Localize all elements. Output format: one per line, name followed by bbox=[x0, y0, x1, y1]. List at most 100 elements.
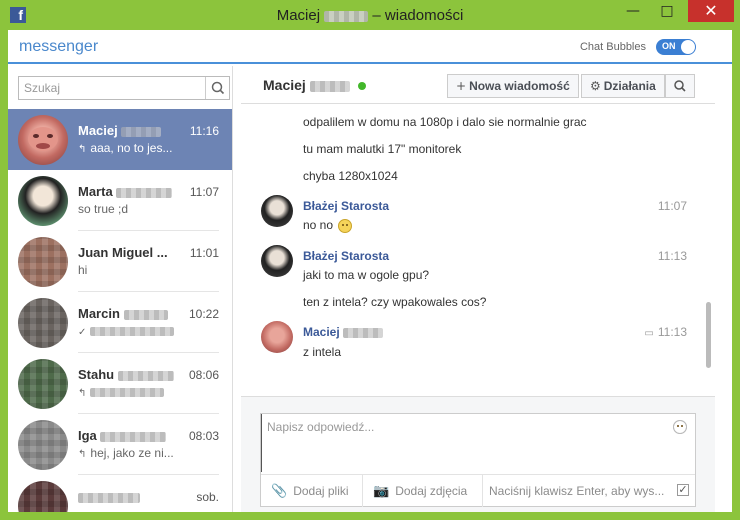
conversation-snippet: ↰ bbox=[78, 385, 218, 399]
conversation-item-marcin[interactable]: Marcin 10:22 ✓ bbox=[8, 292, 232, 353]
redacted-surname bbox=[309, 80, 350, 92]
search-conversation-button[interactable] bbox=[665, 74, 695, 98]
avatar bbox=[18, 176, 68, 226]
avatar bbox=[18, 420, 68, 470]
redacted-snippet bbox=[90, 388, 165, 398]
message-text: tu mam malutki 17" monitorek bbox=[303, 142, 462, 156]
redacted-surname bbox=[100, 431, 167, 442]
conversation-time: 10:22 bbox=[188, 307, 219, 321]
enter-to-send-hint: Naciśnij klawisz Enter, aby wys... bbox=[489, 484, 665, 498]
redacted-surname bbox=[116, 187, 173, 198]
add-files-button[interactable]: 📎 Dodaj pliki bbox=[261, 475, 363, 507]
avatar bbox=[18, 359, 68, 409]
seen-bubble-icon: ▭ bbox=[644, 328, 654, 339]
conversation-item-marta[interactable]: Marta 11:07 so true ;d bbox=[8, 170, 232, 231]
snippet-text: hej, jako ze ni... bbox=[90, 446, 174, 460]
message-text: no no bbox=[303, 218, 353, 233]
conversation-header: Maciej + Nowa wiadomość ⚙ Działania bbox=[241, 66, 715, 104]
snippet-text: aaa, no to jes... bbox=[90, 141, 173, 155]
redacted-surname bbox=[324, 10, 369, 22]
avatar bbox=[261, 321, 293, 353]
message-text-content: no no bbox=[303, 218, 334, 232]
message-text: ten z intela? czy wpakowales cos? bbox=[303, 295, 487, 309]
redacted-surname bbox=[121, 126, 162, 137]
actions-button[interactable]: ⚙ Działania bbox=[581, 74, 665, 98]
avatar bbox=[261, 195, 293, 227]
message-text: odpalilem w domu na 1080p i dalo sie nor… bbox=[303, 115, 587, 129]
conversation-name: Maciej bbox=[78, 123, 183, 138]
conversation-item-maciej[interactable]: Maciej 11:16 ↰ aaa, no to jes... bbox=[8, 109, 232, 170]
pixelated-avatar bbox=[18, 420, 68, 470]
window-title-suffix: – wiadomości bbox=[372, 7, 464, 24]
conversation-time: 08:06 bbox=[188, 368, 219, 382]
maximize-button[interactable]: □ bbox=[652, 0, 682, 22]
redacted-surname bbox=[117, 370, 174, 381]
conversation-name-text: Maciej bbox=[78, 123, 118, 138]
avatar-face-icon bbox=[28, 127, 58, 151]
conversation-time: sob. bbox=[196, 490, 219, 504]
conversation-name bbox=[78, 489, 183, 504]
message-thread: odpalilem w domu na 1080p i dalo sie nor… bbox=[241, 105, 715, 396]
smiley-icon bbox=[673, 420, 687, 434]
pixelated-avatar bbox=[18, 359, 68, 409]
conversation-snippet: ↰ aaa, no to jes... bbox=[78, 141, 218, 155]
message-scrollbar[interactable] bbox=[706, 302, 711, 368]
close-button[interactable]: ✕ bbox=[688, 0, 734, 22]
reply-arrow-icon: ↰ bbox=[78, 388, 87, 399]
conversation-name-text: Iga bbox=[78, 428, 97, 443]
new-message-label: Nowa wiadomość bbox=[469, 79, 570, 93]
conversation-item-juan-miguel[interactable]: Juan Miguel ... 11:01 hi bbox=[8, 231, 232, 292]
conversation-time: 08:03 bbox=[188, 429, 219, 443]
smiley-emoji-icon bbox=[338, 218, 353, 233]
avatar bbox=[18, 237, 68, 287]
message-time: ▭ 11:13 bbox=[644, 325, 687, 339]
conversation-item-stahu[interactable]: Stahu 08:06 ↰ bbox=[8, 353, 232, 414]
conversation-time: 11:01 bbox=[189, 246, 219, 260]
enter-to-send-checkbox[interactable]: ✓ bbox=[677, 484, 689, 496]
conversation-name: Iga bbox=[78, 428, 183, 443]
conversation-item-iga[interactable]: Iga 08:03 ↰ hej, jako ze ni... bbox=[8, 414, 232, 475]
message-author: Błażej Starosta bbox=[303, 249, 390, 263]
search-icon bbox=[674, 80, 686, 92]
messenger-brand: messenger bbox=[19, 38, 99, 55]
search-input[interactable] bbox=[19, 77, 205, 99]
conversation-pane: Maciej + Nowa wiadomość ⚙ Działania odpali… bbox=[241, 66, 715, 512]
chat-title-name: Maciej bbox=[263, 77, 306, 93]
pixelated-avatar bbox=[18, 481, 68, 512]
conversation-name-text: Marta bbox=[78, 184, 113, 199]
add-photos-label: Dodaj zdjęcia bbox=[395, 484, 468, 498]
new-message-button[interactable]: + Nowa wiadomość bbox=[447, 74, 579, 98]
redacted-snippet bbox=[90, 327, 175, 337]
message-time-text: 11:13 bbox=[657, 325, 687, 339]
message-time: 11:13 bbox=[657, 249, 687, 263]
composer: 📎 Dodaj pliki 📷 Dodaj zdjęcia Naciśnij kla… bbox=[260, 413, 696, 507]
conversation-snippet: ↰ hej, jako ze ni... bbox=[78, 446, 218, 460]
message-author: Błażej Starosta bbox=[303, 199, 390, 213]
conversation-snippet: so true ;d bbox=[78, 202, 129, 216]
chat-bubbles-toggle[interactable]: ON bbox=[656, 39, 696, 55]
messenger-app: messenger Chat Bubbles ON Szukaj Maciej … bbox=[8, 30, 732, 512]
window-title-name: Maciej bbox=[276, 7, 321, 24]
pixelated-avatar bbox=[18, 237, 68, 287]
reply-arrow-icon: ↰ bbox=[78, 449, 87, 460]
reply-input[interactable] bbox=[261, 414, 671, 472]
conversation-sidebar: Maciej 11:16 ↰aaa, no to jes... Marta 11… bbox=[8, 66, 233, 512]
search-button[interactable] bbox=[205, 77, 229, 99]
conversation-time: 11:07 bbox=[189, 185, 219, 199]
toggle-knob bbox=[681, 40, 695, 54]
redacted-surname bbox=[123, 309, 168, 320]
redacted-name bbox=[78, 492, 140, 503]
avatar bbox=[18, 298, 68, 348]
message-text: jaki to ma w ogole gpu? bbox=[303, 268, 430, 282]
add-files-label: Dodaj pliki bbox=[293, 484, 349, 498]
minimize-button[interactable]: — bbox=[618, 0, 648, 22]
avatar bbox=[18, 481, 68, 512]
seen-check-icon: ✓ bbox=[78, 327, 87, 338]
conversation-name-text: Marcin bbox=[78, 306, 120, 321]
conversation-item-redacted[interactable]: sob. bbox=[8, 475, 232, 512]
plus-icon: + bbox=[456, 79, 467, 93]
avatar bbox=[18, 115, 68, 165]
add-photos-button[interactable]: 📷 Dodaj zdjęcia bbox=[363, 475, 483, 507]
camera-icon: 📷 bbox=[373, 484, 390, 499]
emoji-button[interactable] bbox=[673, 420, 687, 434]
